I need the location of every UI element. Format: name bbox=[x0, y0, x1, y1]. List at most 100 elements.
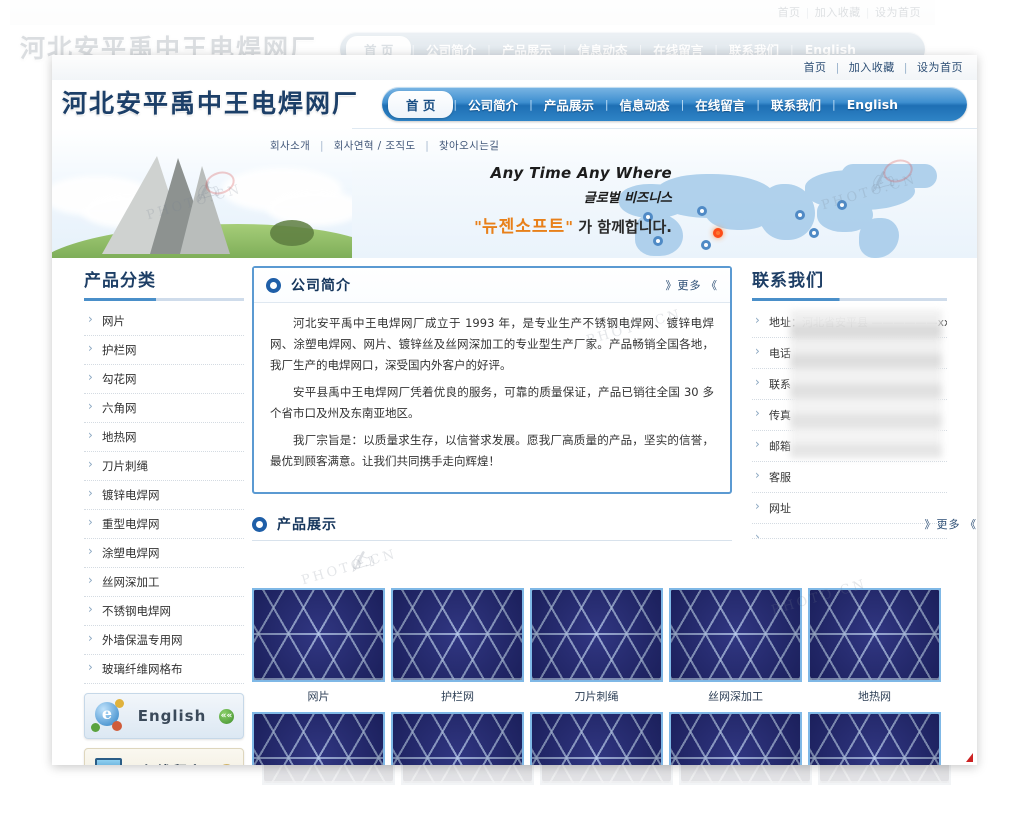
message-board-icon bbox=[91, 754, 125, 765]
sidebar-title-rule bbox=[84, 298, 244, 301]
company-intro-title: 公司简介 bbox=[291, 278, 351, 294]
corner-marker bbox=[966, 753, 973, 762]
website-page: 首页 | 加入收藏 | 设为首页 河北安平禹中王电焊网厂 首 页 | 公司简介 … bbox=[52, 55, 977, 765]
product-cell[interactable]: 护栏网 bbox=[391, 588, 524, 708]
page-content: 产品分类 网片 护栏网 勾花网 六角网 地热网 刀片刺绳 镀锌电焊网 重型电焊网… bbox=[52, 258, 977, 765]
nav-item-message[interactable]: 在线留言 bbox=[684, 91, 756, 118]
company-intro-paragraph: 安平县禹中王电焊网厂凭着优良的服务，可靠的质量保证，产品已销往全国 30 多个省… bbox=[270, 385, 714, 420]
product-cell[interactable] bbox=[669, 712, 802, 765]
company-intro-panel: 公司简介 》更多 《 河北安平禹中王电焊网厂成立于 1993 年，是专业生产不锈… bbox=[252, 266, 732, 494]
product-thumbnail[interactable] bbox=[669, 712, 802, 765]
sidebar-item-duxin[interactable]: 镀锌电焊网 bbox=[84, 481, 244, 510]
banner-subnav-item-1[interactable]: 회사연혁 / 조직도 bbox=[334, 140, 416, 152]
banner-subnav-item-2[interactable]: 찾아오시는길 bbox=[439, 140, 499, 152]
banner-subnav-item-0[interactable]: 회사소개 bbox=[270, 140, 310, 152]
sidebar-button-message-label: 在线留言 bbox=[125, 761, 219, 766]
nav-item-home[interactable]: 首 页 bbox=[388, 90, 454, 118]
product-thumbnail[interactable] bbox=[391, 588, 524, 682]
product-thumbnail[interactable] bbox=[252, 712, 385, 765]
slogan-line-2: 글로벌 비즈니스 bbox=[583, 191, 672, 206]
product-cell[interactable] bbox=[530, 712, 663, 765]
utility-links: 首页 | 加入收藏 | 设为首页 bbox=[804, 59, 963, 75]
sidebar-item-liujiaowang[interactable]: 六角网 bbox=[84, 394, 244, 423]
sidebar-item-daopiancisheng[interactable]: 刀片刺绳 bbox=[84, 452, 244, 481]
main-column: 公司简介 》更多 《 河北安平禹中王电焊网厂成立于 1993 年，是专业生产不锈… bbox=[252, 266, 976, 541]
site-logo[interactable]: 河北安平禹中王电焊网厂 bbox=[62, 84, 359, 124]
banner-subnav-separator: | bbox=[320, 140, 324, 152]
company-intro-more-link[interactable]: 》更多 《 bbox=[666, 277, 719, 293]
sidebar-button-english[interactable]: e English «« bbox=[84, 693, 244, 739]
product-thumbnail[interactable] bbox=[669, 588, 802, 682]
contact-item-service: 客服 bbox=[752, 462, 947, 493]
contact-item-fax: 传真 bbox=[752, 400, 947, 431]
product-cell[interactable] bbox=[252, 712, 385, 765]
contact-item-website: 网址 bbox=[752, 493, 947, 524]
company-intro-body: 河北安平禹中王电焊网厂成立于 1993 年，是专业生产不锈钢电焊网、镀锌电焊网、… bbox=[254, 303, 730, 492]
product-caption: 地热网 bbox=[858, 690, 891, 703]
product-cell[interactable]: 网片 bbox=[252, 588, 385, 708]
sidebar-title: 产品分类 bbox=[84, 271, 156, 291]
utility-link-sethome[interactable]: 设为首页 bbox=[917, 61, 963, 74]
contact-item-person: 联系 bbox=[752, 369, 947, 400]
sidebar-item-hulanwang[interactable]: 护栏网 bbox=[84, 336, 244, 365]
nav-item-contact[interactable]: 联系我们 bbox=[760, 91, 832, 118]
sidebar-item-zhongxing[interactable]: 重型电焊网 bbox=[84, 510, 244, 539]
sidebar-item-direwang[interactable]: 地热网 bbox=[84, 423, 244, 452]
contact-list: 地址：河北省安平县 ——————xx 电话 联系 传真 邮箱 客服 网址 bbox=[752, 307, 947, 539]
sidebar-item-wangpian[interactable]: 网片 bbox=[84, 307, 244, 336]
slogan-line-1: Any Time Any Where bbox=[490, 164, 672, 182]
utility-separator: | bbox=[903, 61, 908, 74]
nav-item-news[interactable]: 信息动态 bbox=[609, 91, 681, 118]
product-grid: 网片 护栏网 刀片刺绳 丝网深加工 地热网 bbox=[252, 588, 977, 765]
sidebar-button-english-label: English bbox=[137, 707, 207, 725]
contact-item-email: 邮箱 bbox=[752, 431, 947, 462]
sidebar-item-boliqianwei[interactable]: 玻璃纤维网格布 bbox=[84, 655, 244, 684]
product-caption: 护栏网 bbox=[441, 690, 474, 703]
product-cell[interactable]: 地热网 bbox=[808, 588, 941, 708]
sidebar-button-message[interactable]: 在线留言 «« bbox=[84, 748, 244, 765]
product-category-list: 网片 护栏网 勾花网 六角网 地热网 刀片刺绳 镀锌电焊网 重型电焊网 涂塑电焊… bbox=[84, 307, 244, 684]
ring-bullet-icon bbox=[266, 277, 281, 293]
sidebar-item-waiqiang[interactable]: 外墙保温专用网 bbox=[84, 626, 244, 655]
slogan-line-3: "뉴젠소프트" 가 함께합니다. bbox=[382, 212, 672, 237]
slogan-brand: 뉴젠소프트 bbox=[482, 217, 566, 237]
product-cell[interactable]: 刀片刺绳 bbox=[530, 588, 663, 708]
company-intro-header: 公司简介 》更多 《 bbox=[254, 268, 730, 303]
banner-subnav: 회사소개 | 회사연혁 / 조직도 | 찾아오시는길 bbox=[270, 138, 499, 153]
chevron-left-icon: «« bbox=[219, 708, 234, 724]
slogan-quote-open: " bbox=[474, 218, 482, 236]
contact-item-address: 地址：河北省安平县 ——————xx bbox=[752, 307, 947, 338]
product-showcase-title: 产品展示 bbox=[277, 517, 337, 533]
product-cell[interactable]: 丝网深加工 bbox=[669, 588, 802, 708]
contact-panel: 联系我们 地址：河北省安平县 ——————xx 电话 联系 传真 邮箱 客服 网… bbox=[752, 266, 947, 539]
sidebar-item-tusu[interactable]: 涂塑电焊网 bbox=[84, 539, 244, 568]
sidebar-item-gouhuawang[interactable]: 勾花网 bbox=[84, 365, 244, 394]
nav-item-about[interactable]: 公司简介 bbox=[457, 91, 529, 118]
slogan-tail: 가 함께합니다. bbox=[578, 218, 672, 236]
product-thumbnail[interactable] bbox=[391, 712, 524, 765]
slogan-quote-close: " bbox=[565, 218, 574, 236]
product-thumbnail[interactable] bbox=[808, 588, 941, 682]
sidebar-item-buxiugang[interactable]: 不锈钢电焊网 bbox=[84, 597, 244, 626]
product-cell[interactable] bbox=[391, 712, 524, 765]
utility-separator: | bbox=[835, 61, 840, 74]
product-thumbnail[interactable] bbox=[530, 712, 663, 765]
product-thumbnail[interactable] bbox=[252, 588, 385, 682]
company-intro-paragraph: 我厂宗旨是：以质量求生存，以信誉求发展。愿我厂高质量的产品，坚实的信誉，最优到顾… bbox=[270, 433, 714, 468]
nav-item-products[interactable]: 产品展示 bbox=[533, 91, 605, 118]
contact-item-phone: 电话 bbox=[752, 338, 947, 369]
product-caption: 丝网深加工 bbox=[708, 690, 763, 703]
sidebar-item-siwang[interactable]: 丝网深加工 bbox=[84, 568, 244, 597]
product-caption: 刀片刺绳 bbox=[574, 690, 619, 703]
nav-item-english[interactable]: English bbox=[836, 93, 909, 116]
site-header: 河北安平禹中王电焊网厂 首 页 | 公司简介 | 产品展示 | 信息动态 | 在… bbox=[52, 80, 977, 128]
banner-slogan: Any Time Any Where 글로벌 비즈니스 "뉴젠소프트" 가 함께… bbox=[382, 164, 672, 237]
contact-title-rule bbox=[752, 298, 947, 301]
product-thumbnail[interactable] bbox=[530, 588, 663, 682]
contact-title: 联系我们 bbox=[752, 271, 824, 291]
product-thumbnail[interactable] bbox=[808, 712, 941, 765]
sidebar: 产品分类 网片 护栏网 勾花网 六角网 地热网 刀片刺绳 镀锌电焊网 重型电焊网… bbox=[84, 266, 244, 765]
utility-link-home[interactable]: 首页 bbox=[804, 61, 827, 74]
utility-link-favorite[interactable]: 加入收藏 bbox=[849, 61, 895, 74]
product-cell[interactable] bbox=[808, 712, 941, 765]
